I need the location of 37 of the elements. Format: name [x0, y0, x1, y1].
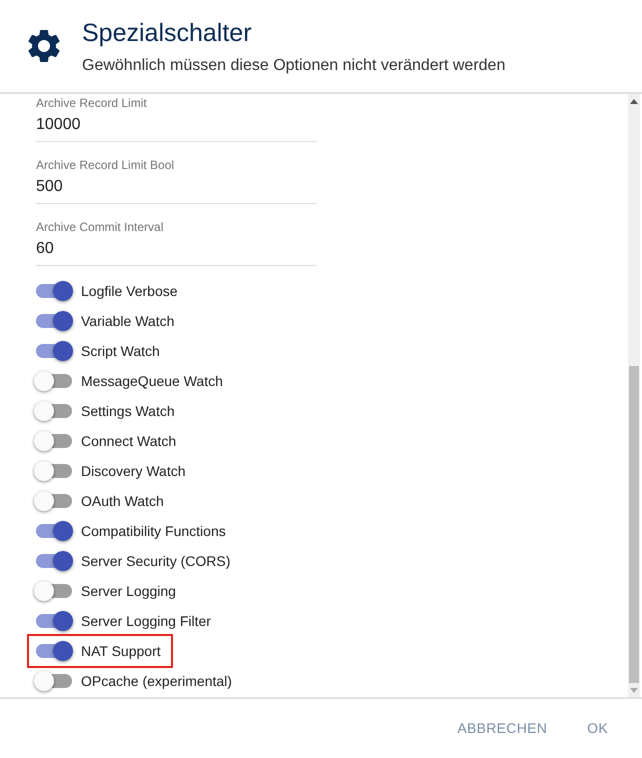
dialog-title: Spezialschalter — [82, 18, 253, 48]
toggle-switch[interactable] — [36, 644, 72, 658]
dialog-subtitle: Gewöhnlich müssen diese Optionen nicht verändert werden — [82, 56, 506, 76]
toggle-switch[interactable] — [36, 434, 72, 448]
input-field[interactable]: 60 — [36, 237, 317, 266]
toggle-switch[interactable] — [36, 314, 72, 328]
switch-label: MessageQueue Watch — [81, 372, 223, 391]
toggle-switch[interactable] — [36, 614, 72, 628]
switch-label: Connect Watch — [81, 432, 176, 450]
toggle-switch[interactable] — [36, 524, 72, 538]
field-label: Archive Record Limit Bool — [36, 158, 176, 172]
switch-label: Compatibility Functions — [81, 522, 226, 541]
toggle-switch[interactable] — [36, 464, 72, 478]
toggle-switch[interactable] — [36, 374, 72, 388]
switch-label: Logfile Verbose — [81, 282, 178, 301]
toggle-switch[interactable] — [36, 584, 72, 598]
switch-label: NAT Support — [81, 642, 161, 661]
switch-label: OAuth Watch — [81, 492, 164, 510]
toggle-switch[interactable] — [36, 554, 72, 568]
toggle-switch[interactable] — [36, 344, 72, 358]
switch-label: Server Logging — [81, 582, 176, 601]
switch-label: Settings Watch — [81, 402, 175, 421]
switch-label: OPcache (experimental) — [81, 672, 232, 691]
switch-label: Script Watch — [81, 342, 160, 361]
toggle-switch[interactable] — [36, 404, 72, 418]
field-label: Archive Record Limit — [36, 96, 148, 110]
scrollbar[interactable] — [628, 94, 640, 697]
field-label: Archive Commit Interval — [36, 220, 164, 234]
input-field[interactable]: 10000 — [36, 113, 317, 142]
toggle-switch[interactable] — [36, 494, 72, 508]
switch-label: Server Logging Filter — [81, 612, 211, 631]
switch-label: Discovery Watch — [81, 462, 186, 481]
input-field[interactable]: 500 — [36, 175, 317, 204]
toggle-switch[interactable] — [36, 284, 72, 298]
switch-label: Server Security (CORS) — [81, 552, 230, 571]
toggle-switch[interactable] — [36, 674, 72, 688]
switch-label: Variable Watch — [81, 312, 174, 330]
